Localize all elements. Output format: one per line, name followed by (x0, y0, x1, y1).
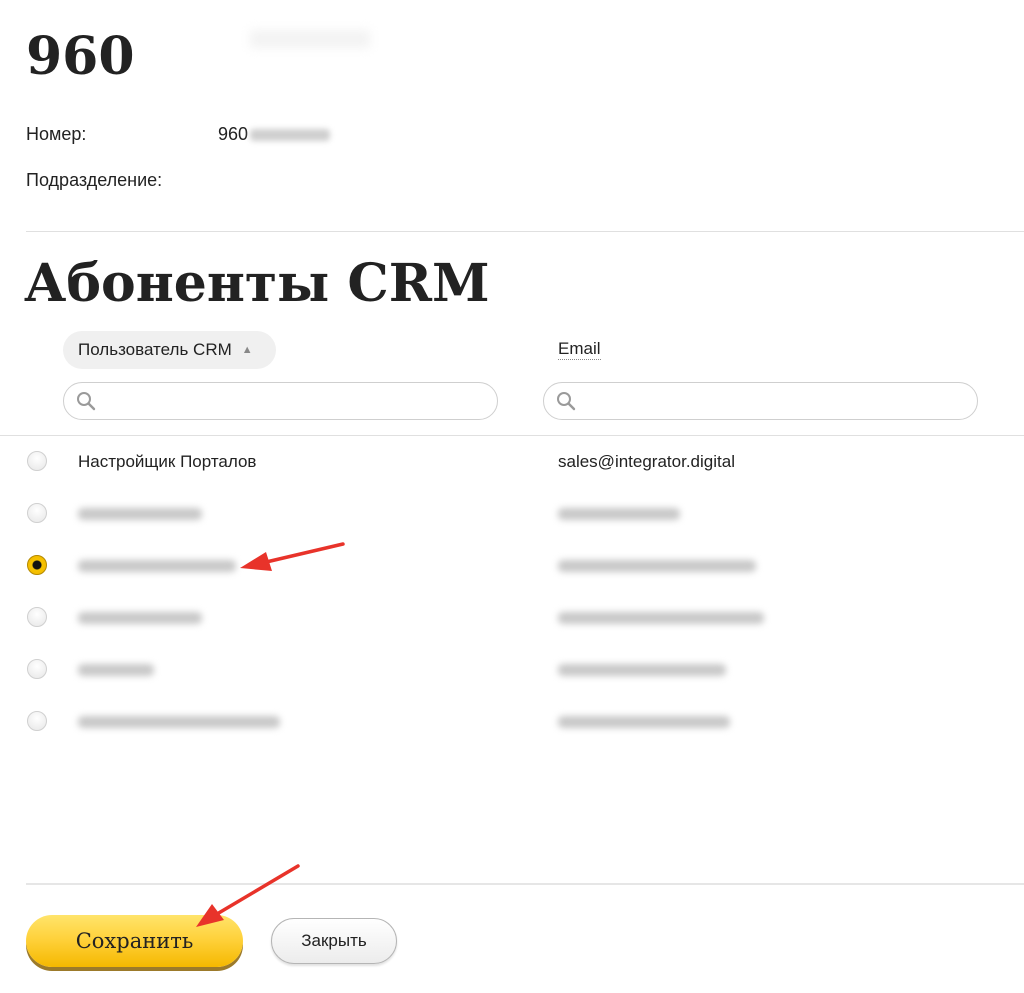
column-header-email[interactable]: Email (558, 339, 601, 360)
user-search-input[interactable] (104, 385, 497, 417)
email-search-field[interactable] (543, 382, 978, 420)
row-radio-selected[interactable] (27, 555, 47, 575)
column-header-user[interactable]: Пользователь CRM ▲ (63, 331, 276, 369)
number-label: Номер: (26, 124, 87, 144)
table-row[interactable] (0, 696, 1024, 748)
row-radio[interactable] (27, 659, 47, 679)
row-user-name: Настройщик Порталов (78, 452, 257, 471)
table-row[interactable]: Настройщик Порталов sales@integrator.dig… (0, 436, 1024, 488)
redacted-email (558, 664, 726, 676)
table-row[interactable] (0, 592, 1024, 644)
redacted-subtitle (250, 30, 370, 48)
table-row[interactable] (0, 644, 1024, 696)
save-button[interactable]: Сохранить (26, 915, 243, 967)
redacted-email (558, 716, 730, 728)
redacted-email (558, 612, 764, 624)
search-icon (557, 392, 576, 411)
row-radio[interactable] (27, 607, 47, 627)
table-row[interactable] (0, 488, 1024, 540)
table-row[interactable] (0, 540, 1024, 592)
sort-up-icon: ▲ (241, 344, 253, 356)
redacted-number (250, 128, 331, 141)
row-radio[interactable] (27, 503, 47, 523)
page-title: 960 (26, 26, 135, 87)
search-icon (77, 392, 96, 411)
redacted-user-name (78, 664, 154, 676)
user-search-field[interactable] (63, 382, 498, 420)
number-value: 960 (218, 124, 331, 145)
redacted-user-name (78, 560, 236, 572)
redacted-user-name (78, 716, 280, 728)
row-radio[interactable] (27, 711, 47, 731)
divider (26, 231, 1024, 232)
row-radio[interactable] (27, 451, 47, 471)
row-email: sales@integrator.digital (558, 452, 735, 471)
redacted-user-name (78, 612, 202, 624)
redacted-email (558, 560, 756, 572)
footer-divider (26, 883, 1024, 885)
column-header-user-label: Пользователь CRM (78, 340, 232, 359)
number-value-prefix: 960 (218, 124, 249, 144)
section-title: Абоненты CRM (24, 253, 490, 314)
division-label: Подразделение: (26, 170, 163, 190)
redacted-user-name (78, 508, 202, 520)
close-button[interactable]: Закрыть (271, 918, 397, 964)
email-search-input[interactable] (584, 385, 977, 417)
redacted-email (558, 508, 680, 520)
